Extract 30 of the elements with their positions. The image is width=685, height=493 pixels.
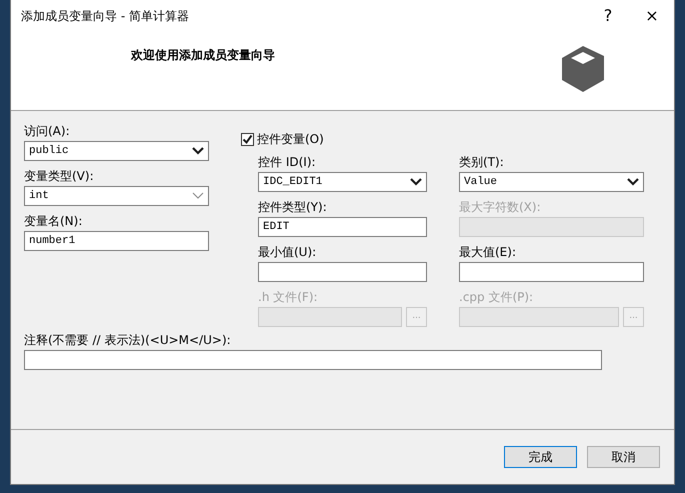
text-field[interactable] (459, 262, 644, 282)
field-label: .h 文件(F): (258, 289, 319, 306)
field-label: 访问(A): (24, 123, 71, 140)
field-label: 最大值(E): (459, 244, 517, 261)
close-button[interactable]: × (630, 0, 674, 32)
field-label: 控件类型(Y): (258, 199, 328, 216)
field-label: 最小值(U): (258, 244, 318, 261)
help-button[interactable]: ? (586, 0, 630, 32)
field-label: 注释(不需要 // 表示法)(<U>M</U>): (24, 332, 232, 349)
text-field[interactable]: number1 (24, 231, 209, 251)
text-field[interactable] (258, 262, 427, 282)
cancel-button[interactable]: 取消 (587, 446, 660, 468)
field-label: 变量类型(V): (24, 168, 95, 185)
comment-field[interactable] (24, 350, 602, 370)
wizard-heading: 欢迎使用添加成员变量向导 (131, 47, 275, 64)
dropdown[interactable]: IDC_EDIT1 (258, 172, 427, 192)
combo-box[interactable]: int (24, 186, 209, 206)
box-icon (562, 46, 604, 92)
field-label: 变量名(N): (24, 213, 84, 230)
text-field[interactable]: EDIT (258, 217, 427, 237)
finish-button[interactable]: 完成 (504, 446, 577, 468)
dropdown[interactable]: public (24, 141, 209, 161)
dropdown[interactable]: Value (459, 172, 644, 192)
checkbox[interactable] (241, 132, 254, 146)
field-label: 类别(T): (459, 154, 505, 171)
window-title: 添加成员变量向导 - 简单计算器 (21, 8, 190, 25)
field-label: .cpp 文件(P): (459, 289, 534, 306)
checkbox-label: 控件变量(O) (257, 131, 324, 148)
field-label: 控件 ID(I): (258, 154, 317, 171)
field-label: 最大字符数(X): (459, 199, 542, 216)
